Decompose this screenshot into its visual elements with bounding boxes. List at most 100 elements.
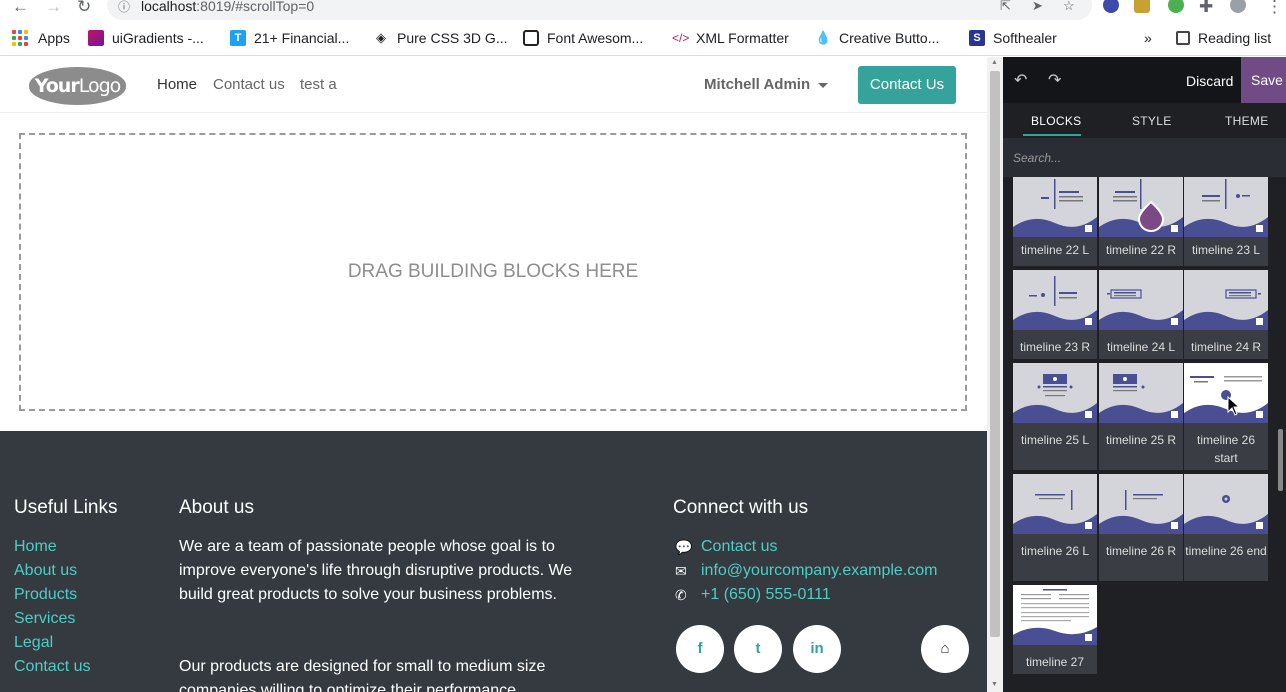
url-text[interactable]: localhost:8019/#scrollTop=0 <box>141 0 314 14</box>
facebook-icon[interactable]: f <box>676 625 724 673</box>
contact-us-cta-button[interactable]: Contact Us <box>858 66 956 104</box>
bookmark-financial[interactable]: T 21+ Financial... <box>230 29 349 47</box>
footer-link-home[interactable]: Home <box>14 538 57 556</box>
block-thumbnail[interactable]: timeline 25 L <box>1013 363 1097 470</box>
block-preview <box>1184 270 1268 330</box>
open-external-icon[interactable]: ⇱ <box>1000 0 1011 14</box>
puzzle-extensions-icon[interactable]: ✚ <box>1199 0 1213 17</box>
block-preview <box>1099 474 1183 534</box>
block-thumbnail[interactable]: timeline 22 L <box>1013 177 1097 266</box>
contact-row[interactable]: 💬 Contact us <box>675 538 777 556</box>
block-preview <box>1184 177 1268 237</box>
extension-icon[interactable] <box>1168 0 1184 13</box>
bookmark-uigradients[interactable]: uiGradients -... <box>88 29 204 47</box>
bookmark-apps[interactable]: Apps <box>12 29 70 47</box>
profile-avatar-icon[interactable] <box>1230 0 1246 13</box>
footer-link-contact[interactable]: Contact us <box>14 658 90 676</box>
block-thumbnail[interactable]: timeline 26 L <box>1013 474 1097 581</box>
block-thumbnail[interactable]: timeline 27 <box>1013 585 1097 674</box>
site-scroll-thumb[interactable] <box>990 71 1000 637</box>
droplet-icon: 💧 <box>815 30 832 45</box>
extension-icon[interactable] <box>1134 0 1150 13</box>
bookmarks-overflow-button[interactable]: » <box>1144 29 1152 47</box>
block-preview <box>1013 474 1097 534</box>
bookmark-css-3d[interactable]: ◈ Pure CSS 3D G... <box>373 29 507 47</box>
menu-contact-us[interactable]: Contact us <box>213 76 285 93</box>
kebab-menu-icon[interactable]: ⋮ <box>1266 0 1283 17</box>
scroll-down-icon[interactable]: ▼ <box>991 681 998 688</box>
tab-blocks[interactable]: BLOCKS <box>1031 114 1082 128</box>
block-preview <box>1013 270 1097 330</box>
block-thumbnail[interactable]: timeline 23 L <box>1184 177 1268 266</box>
redo-icon[interactable]: ↷ <box>1048 70 1061 90</box>
user-menu[interactable]: Mitchell Admin <box>704 76 829 93</box>
footer-link-products[interactable]: Products <box>14 586 77 604</box>
tab-style[interactable]: STYLE <box>1132 114 1172 128</box>
block-label: timeline 26 R <box>1105 544 1177 558</box>
phone-row[interactable]: ✆ +1 (650) 555-0111 <box>675 586 831 604</box>
forward-arrow-icon[interactable]: → <box>45 0 62 17</box>
block-label: timeline 27 <box>1025 655 1085 669</box>
caret-down-icon <box>818 82 829 88</box>
envelope-icon: ✉ <box>675 562 687 579</box>
block-label: timeline 25 L <box>1020 433 1090 447</box>
tab-theme[interactable]: THEME <box>1225 114 1269 128</box>
block-label: timeline 23 L <box>1191 243 1261 257</box>
panel-scrollbar[interactable] <box>1275 177 1286 692</box>
email-row[interactable]: ✉ info@yourcompany.example.com <box>675 562 938 580</box>
extension-icon[interactable] <box>1103 0 1119 13</box>
block-thumbnail[interactable]: timeline 26 end <box>1184 474 1268 581</box>
footer-link-services[interactable]: Services <box>14 610 75 628</box>
address-bar[interactable]: ⓘ localhost:8019/#scrollTop=0 ⇱ ➤ ☆ <box>107 0 1092 20</box>
site-info-icon[interactable]: ⓘ <box>118 0 130 15</box>
block-search <box>1003 138 1286 177</box>
block-label: timeline 23 R <box>1019 340 1091 354</box>
site-scrollbar[interactable]: ▲ ▼ <box>987 57 1003 692</box>
reading-list-button[interactable]: Reading list <box>1176 29 1271 47</box>
drop-zone[interactable]: DRAG BUILDING BLOCKS HERE <box>19 133 967 411</box>
site-logo[interactable]: YourLogo <box>29 67 126 105</box>
bookmark-star-icon[interactable]: ☆ <box>1063 0 1075 14</box>
send-icon[interactable]: ➤ <box>1032 0 1043 14</box>
block-preview <box>1099 270 1183 330</box>
bookmark-creative-buttons[interactable]: 💧 Creative Butto... <box>815 29 939 47</box>
panel-scroll-thumb[interactable] <box>1278 429 1283 491</box>
footer-link-legal[interactable]: Legal <box>14 634 53 652</box>
menu-test-a[interactable]: test a <box>300 76 337 93</box>
save-button[interactable]: Save <box>1241 57 1286 103</box>
block-preview <box>1184 363 1268 423</box>
browser-toolbar: ← → ↻ ⓘ localhost:8019/#scrollTop=0 ⇱ ➤ … <box>0 0 1286 20</box>
block-search-input[interactable] <box>1013 149 1273 167</box>
footer-link-about[interactable]: About us <box>14 562 77 580</box>
about-us-title: About us <box>179 497 254 518</box>
block-thumbnail[interactable]: timeline 24 L <box>1099 270 1183 359</box>
home-icon[interactable]: ⌂ <box>921 625 969 673</box>
discard-button[interactable]: Discard <box>1186 73 1233 89</box>
site-header: YourLogo Home Contact us test a Mitchell… <box>0 57 987 113</box>
twitter-icon[interactable]: t <box>734 625 782 673</box>
active-tab-indicator <box>1023 134 1081 136</box>
codepen-icon: ◈ <box>376 30 386 45</box>
uigradients-icon <box>88 30 104 46</box>
block-thumbnail[interactable]: timeline 25 R <box>1099 363 1183 470</box>
block-label: timeline 25 R <box>1105 433 1177 447</box>
bookmark-softhealer[interactable]: S Softhealer <box>969 29 1057 47</box>
linkedin-icon[interactable]: in <box>793 625 841 673</box>
block-label: timeline 22 L <box>1020 243 1090 257</box>
website-preview: YourLogo Home Contact us test a Mitchell… <box>0 57 987 692</box>
block-thumbnail[interactable]: timeline 22 R <box>1099 177 1183 266</box>
back-arrow-icon[interactable]: ← <box>12 0 29 17</box>
block-thumbnail[interactable]: timeline 24 R <box>1184 270 1268 359</box>
bookmark-xml-formatter[interactable]: </> XML Formatter <box>672 29 789 47</box>
softhealer-icon: S <box>969 30 985 46</box>
scroll-up-icon[interactable]: ▲ <box>991 59 998 66</box>
block-preview <box>1013 177 1097 237</box>
block-thumbnail[interactable]: timeline 26 start <box>1184 363 1268 470</box>
menu-home[interactable]: Home <box>157 76 197 93</box>
block-thumbnail[interactable]: timeline 26 R <box>1099 474 1183 581</box>
comment-icon: 💬 <box>675 538 693 555</box>
block-thumbnail[interactable]: timeline 23 R <box>1013 270 1097 359</box>
bookmark-font-awesome[interactable]: Font Awesom... <box>523 29 643 47</box>
undo-icon[interactable]: ↶ <box>1014 70 1027 90</box>
reload-icon[interactable]: ↻ <box>77 0 91 17</box>
